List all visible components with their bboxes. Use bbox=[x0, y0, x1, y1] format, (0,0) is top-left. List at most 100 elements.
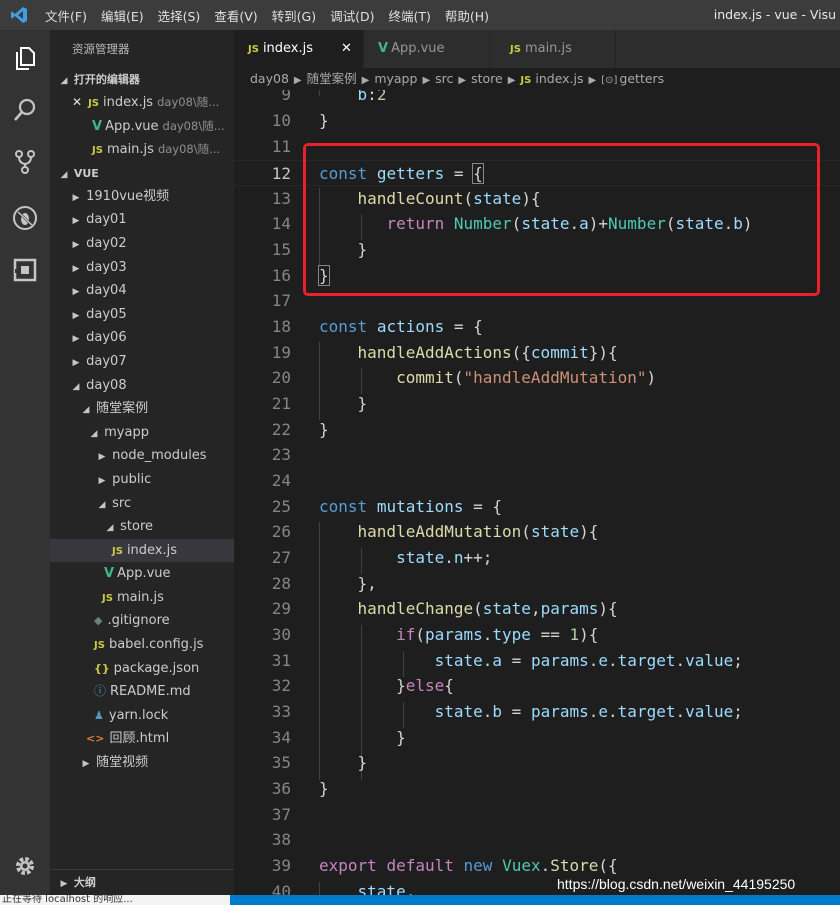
tree-file-yarn-lock[interactable]: ♟ yarn.lock bbox=[50, 704, 234, 728]
chevron-right-icon: ▶ bbox=[98, 452, 106, 463]
explorer-sidebar: 资源管理器 ◢ 打开的编辑器 ✕ JS index.js day08\随... V Ap… bbox=[50, 30, 234, 905]
tree-folder[interactable]: ▶ node_modules bbox=[50, 444, 234, 468]
code-line: 32 }else{ bbox=[271, 676, 454, 695]
breadcrumb-item[interactable]: index.js bbox=[535, 71, 583, 86]
tree-folder[interactable]: ◢ myapp bbox=[50, 421, 234, 445]
menu-terminal[interactable]: 终端(T) bbox=[381, 6, 437, 25]
breadcrumb-item[interactable]: 随堂案例 bbox=[307, 71, 357, 86]
tree-folder[interactable]: ▶ day03 bbox=[50, 256, 234, 280]
vscode-logo-icon bbox=[0, 0, 38, 30]
tree-file-app-vue[interactable]: V App.vue bbox=[50, 562, 234, 586]
code-line: 38 bbox=[271, 830, 291, 849]
menu-file[interactable]: 文件(F) bbox=[38, 6, 94, 25]
code-line: 30 if(params.type == 1){ bbox=[271, 625, 599, 644]
tree-folder[interactable]: ▶ day01 bbox=[50, 208, 234, 232]
chevron-right-icon: ▶ bbox=[422, 75, 431, 86]
code-line: 20 commit("handleAddMutation") bbox=[271, 368, 657, 387]
breadcrumb-item[interactable]: day08 bbox=[250, 71, 289, 86]
chevron-right-icon: ▶ bbox=[507, 75, 516, 86]
highlight-annotation-box bbox=[303, 143, 820, 296]
tree-file-package-json[interactable]: {} package.json bbox=[50, 657, 234, 681]
js-file-icon: JS bbox=[92, 145, 103, 157]
outline-header[interactable]: ▶ 大纲 bbox=[50, 869, 234, 895]
chevron-right-icon: ▶ bbox=[72, 310, 80, 321]
title-bar: 文件(F) 编辑(E) 选择(S) 查看(V) 转到(G) 调试(D) 终端(T… bbox=[0, 0, 840, 30]
vue-file-icon: V bbox=[378, 41, 389, 56]
breadcrumb-item[interactable]: getters bbox=[619, 71, 664, 86]
breadcrumb-item[interactable]: store bbox=[471, 71, 503, 86]
open-editors-header[interactable]: ◢ 打开的编辑器 bbox=[50, 68, 234, 91]
tree-file-huigu-html[interactable]: <> 回顾.html bbox=[50, 727, 234, 751]
tree-file-index-js[interactable]: JS index.js bbox=[50, 538, 234, 563]
editor-tabs: JS index.js ✕ V App.vue JS main.js bbox=[234, 30, 840, 68]
tree-folder[interactable]: ▶ day02 bbox=[50, 232, 234, 256]
source-control-icon[interactable] bbox=[0, 138, 50, 186]
breadcrumb-item[interactable]: src bbox=[435, 71, 453, 86]
breadcrumb-item[interactable]: myapp bbox=[374, 71, 417, 86]
tree-folder[interactable]: ▶ day06 bbox=[50, 326, 234, 350]
code-line: 22} bbox=[271, 420, 329, 439]
tree-file-babel-config[interactable]: JS babel.config.js bbox=[50, 633, 234, 657]
yarn-file-icon: ♟ bbox=[94, 708, 104, 722]
chevron-down-icon: ◢ bbox=[106, 523, 114, 534]
close-icon[interactable]: ✕ bbox=[72, 95, 82, 109]
close-icon[interactable]: ✕ bbox=[341, 41, 352, 56]
workspace-header[interactable]: ◢ VUE bbox=[50, 162, 234, 185]
gear-icon[interactable] bbox=[0, 842, 50, 890]
js-file-icon: JS bbox=[510, 44, 521, 55]
code-line: 31 state.a = params.e.target.value; bbox=[271, 651, 743, 670]
explorer-title: 资源管理器 bbox=[72, 42, 130, 56]
tree-folder[interactable]: ◢ day08 bbox=[50, 374, 234, 398]
menu-go[interactable]: 转到(G) bbox=[265, 6, 323, 25]
tree-folder[interactable]: ▶ day04 bbox=[50, 279, 234, 303]
chevron-right-icon: ▶ bbox=[72, 192, 80, 203]
code-line: 26 handleAddMutation(state){ bbox=[271, 522, 599, 541]
chevron-down-icon: ◢ bbox=[98, 499, 106, 510]
symbol-variable-icon: [⊙] bbox=[601, 75, 618, 86]
chevron-right-icon: ▶ bbox=[98, 475, 106, 486]
chevron-right-icon: ▶ bbox=[72, 334, 80, 345]
activity-bar bbox=[0, 30, 50, 905]
extensions-icon[interactable] bbox=[0, 246, 50, 294]
tree-folder[interactable]: ◢ 随堂案例 bbox=[50, 397, 234, 421]
tree-folder[interactable]: ▶ 1910vue视频 bbox=[50, 185, 234, 209]
chevron-down-icon: ◢ bbox=[82, 405, 90, 416]
menu-debug[interactable]: 调试(D) bbox=[323, 6, 381, 25]
chevron-right-icon: ▶ bbox=[72, 216, 80, 227]
chevron-down-icon: ◢ bbox=[90, 428, 98, 439]
breadcrumb: day08 ▶ 随堂案例 ▶ myapp ▶ src ▶ store ▶ JS index.js ▶ [⊙… bbox=[234, 68, 840, 90]
menu-selection[interactable]: 选择(S) bbox=[151, 6, 208, 25]
tree-file-readme[interactable]: ⓘ README.md bbox=[50, 680, 234, 704]
chevron-down-icon: ◢ bbox=[60, 169, 68, 180]
js-file-icon: JS bbox=[248, 44, 259, 55]
open-editor-main-js[interactable]: JS main.js day08\随... bbox=[50, 138, 234, 162]
tab-app-vue[interactable]: V App.vue bbox=[364, 30, 490, 68]
search-icon[interactable] bbox=[0, 86, 50, 134]
vue-file-icon: V bbox=[104, 566, 115, 582]
tree-folder[interactable]: ▶ day05 bbox=[50, 303, 234, 327]
tab-main-js[interactable]: JS main.js bbox=[490, 30, 616, 68]
debug-icon[interactable] bbox=[0, 194, 50, 242]
chevron-right-icon: ▶ bbox=[60, 879, 68, 889]
tree-folder[interactable]: ▶ 随堂视频 bbox=[50, 751, 234, 775]
code-line: 37 bbox=[271, 805, 291, 824]
code-line: 23 bbox=[271, 445, 291, 464]
tree-folder[interactable]: ◢ store bbox=[50, 515, 234, 539]
js-file-icon: JS bbox=[102, 592, 113, 604]
code-line: 24 bbox=[271, 471, 291, 490]
tree-file-main-js[interactable]: JS main.js bbox=[50, 586, 234, 610]
tree-folder[interactable]: ▶ day07 bbox=[50, 350, 234, 374]
open-editor-app-vue[interactable]: V App.vue day08\随... bbox=[50, 115, 234, 139]
files-icon[interactable] bbox=[0, 34, 50, 82]
tab-index-js[interactable]: JS index.js ✕ bbox=[234, 30, 364, 68]
code-line: 9 b:2 bbox=[281, 90, 387, 104]
menu-view[interactable]: 查看(V) bbox=[207, 6, 264, 25]
open-editor-index-js[interactable]: ✕ JS index.js day08\随... bbox=[50, 91, 234, 115]
menu-help[interactable]: 帮助(H) bbox=[438, 6, 496, 25]
tree-folder[interactable]: ◢ src bbox=[50, 492, 234, 516]
tree-file-gitignore[interactable]: ◆ .gitignore bbox=[50, 609, 234, 633]
menu-edit[interactable]: 编辑(E) bbox=[94, 6, 151, 25]
code-line: 21 } bbox=[271, 394, 368, 413]
tree-folder[interactable]: ▶ public bbox=[50, 468, 234, 492]
chevron-right-icon: ▶ bbox=[72, 239, 80, 250]
